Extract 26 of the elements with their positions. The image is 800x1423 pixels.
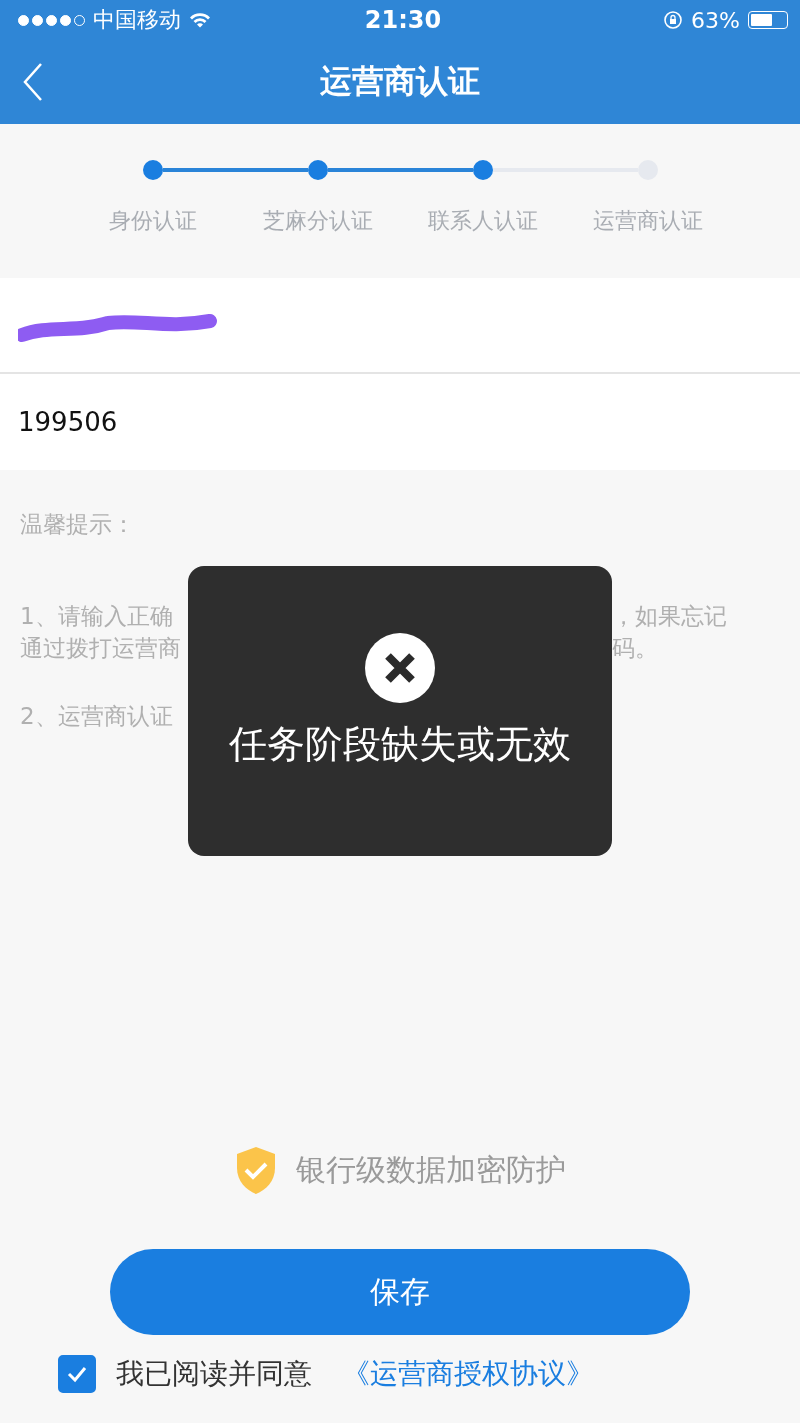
step-label: 联系人认证	[427, 207, 538, 235]
save-button[interactable]: 保存	[110, 1249, 690, 1335]
page-title: 运营商认证	[320, 61, 480, 102]
battery-percent: 63%	[691, 7, 740, 33]
wifi-icon	[189, 12, 211, 28]
battery-icon	[748, 11, 788, 29]
close-circle-icon	[365, 632, 435, 703]
agreement-link[interactable]: 《运营商授权协议》	[342, 1355, 594, 1393]
step-label: 运营商认证	[592, 207, 703, 235]
tips-heading: 温馨提示：	[20, 510, 136, 539]
back-icon[interactable]	[22, 62, 44, 102]
tip-text: 2、运营商认证	[20, 702, 174, 731]
agreement-text: 我已阅读并同意	[116, 1356, 312, 1392]
carrier-name: 中国移动	[93, 6, 181, 34]
step-label: 芝麻分认证	[262, 207, 373, 235]
toast-message: 任务阶段缺失或无效	[229, 720, 571, 768]
clock-time: 21:30	[364, 6, 442, 34]
rotation-lock-icon	[663, 10, 684, 30]
checkbox[interactable]	[58, 1355, 96, 1393]
step-label: 身份认证	[108, 207, 197, 235]
security-note: 银行级数据加密防护	[296, 1150, 566, 1189]
tip-text: 通过拨打运营商	[20, 634, 182, 663]
tip-text: 码。	[612, 634, 658, 663]
tip-text: ，如果忘记	[612, 602, 727, 631]
tip-text: 1、请输入正确	[20, 602, 174, 631]
shield-check-icon	[234, 1145, 278, 1195]
